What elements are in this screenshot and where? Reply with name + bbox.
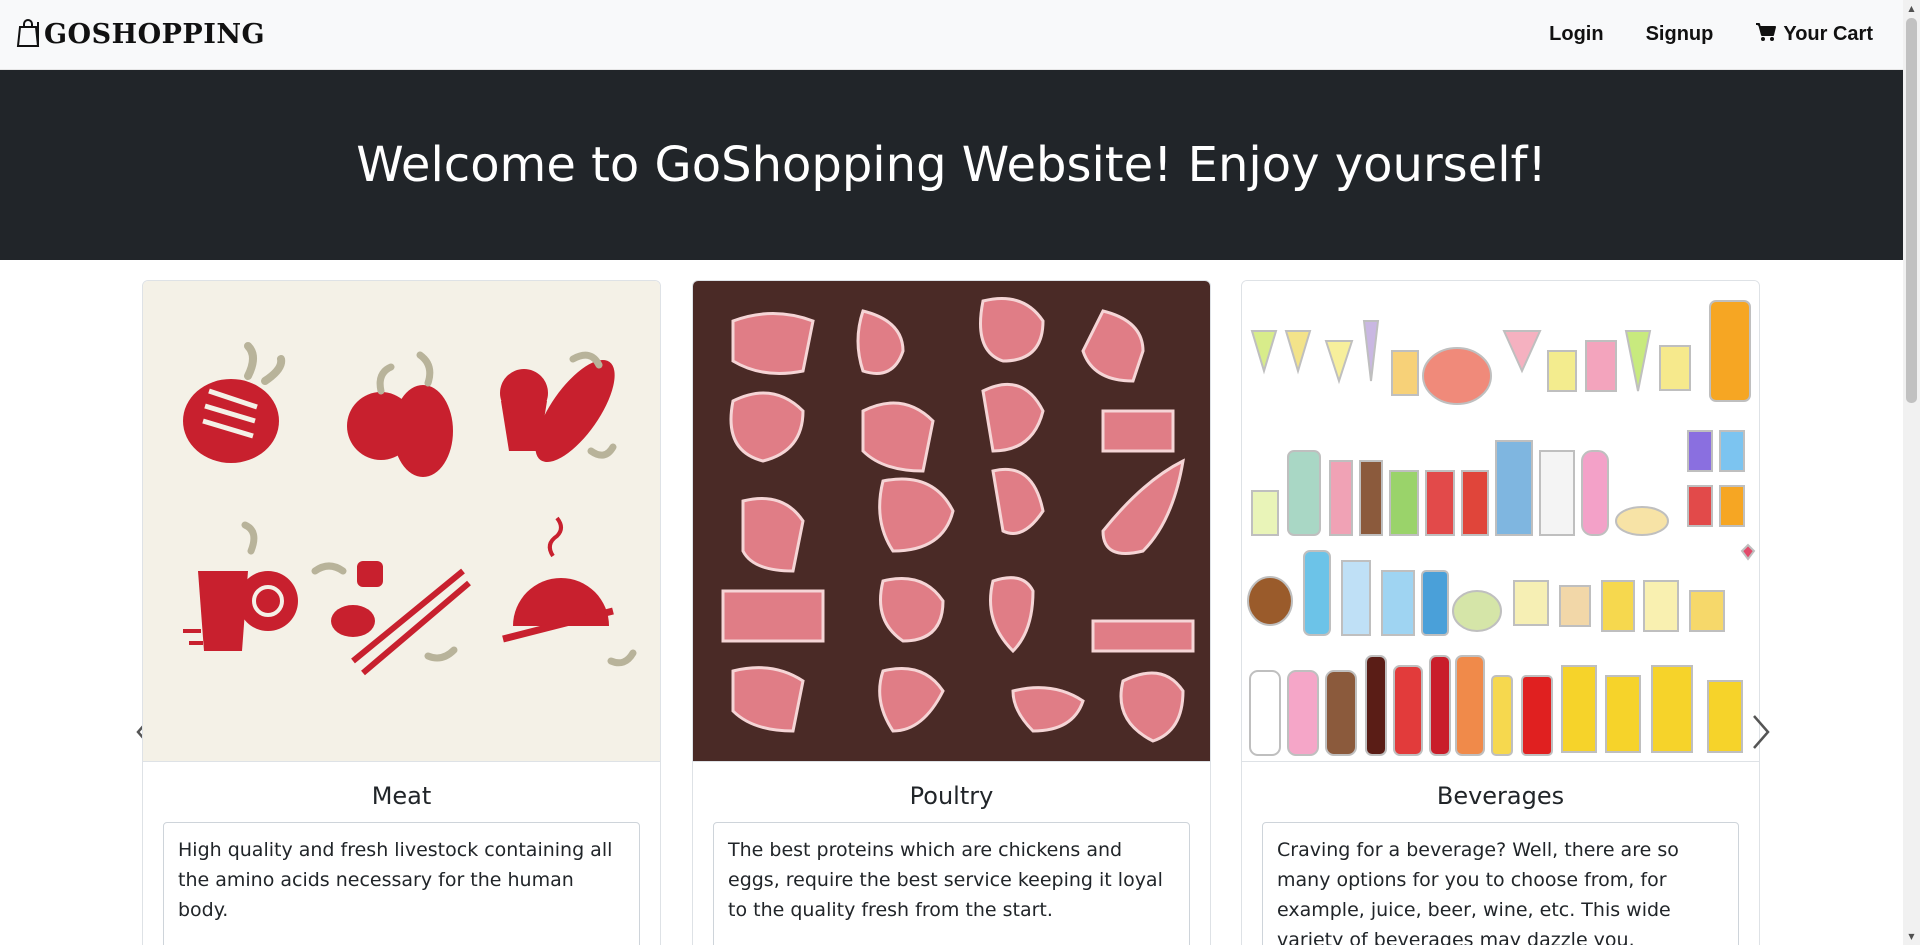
category-carousel: Meat High quality and fresh livestock co… <box>0 260 1903 945</box>
category-card-poultry[interactable]: Poultry The best proteins which are chic… <box>692 280 1211 945</box>
cart-icon <box>1755 22 1777 48</box>
beverages-image <box>1242 281 1759 762</box>
scrollbar-thumb[interactable] <box>1906 18 1917 403</box>
card-description: The best proteins which are chickens and… <box>713 822 1190 945</box>
hero-title: Welcome to GoShopping Website! Enjoy you… <box>356 137 1547 193</box>
card-title: Meat <box>371 782 432 810</box>
navbar: GOSHOPPING Login Signup Your Cart <box>0 0 1903 70</box>
card-description: Craving for a beverage? Well, there are … <box>1262 822 1739 945</box>
chevron-right-icon <box>1746 712 1776 752</box>
nav-links: Login Signup Your Cart <box>1549 22 1887 48</box>
login-link[interactable]: Login <box>1549 23 1603 46</box>
brand-name: GOSHOPPING <box>44 19 266 50</box>
page-scrollbar[interactable]: ▲ ▼ <box>1903 0 1920 945</box>
category-card-meat[interactable]: Meat High quality and fresh livestock co… <box>142 280 661 945</box>
brand-link[interactable]: GOSHOPPING <box>16 18 265 52</box>
cart-label: Your Cart <box>1783 23 1873 45</box>
card-title: Beverages <box>1436 782 1565 810</box>
signup-link[interactable]: Signup <box>1646 23 1714 46</box>
meat-image <box>143 281 660 762</box>
hero-banner: Welcome to GoShopping Website! Enjoy you… <box>0 70 1903 260</box>
cart-link[interactable]: Your Cart <box>1755 22 1873 48</box>
card-description: High quality and fresh livestock contain… <box>163 822 640 945</box>
scroll-up-icon[interactable]: ▲ <box>1903 0 1920 17</box>
category-card-beverages[interactable]: Beverages Craving for a beverage? Well, … <box>1241 280 1760 945</box>
scroll-down-icon[interactable]: ▼ <box>1903 928 1920 945</box>
poultry-image <box>693 281 1210 762</box>
card-title: Poultry <box>909 782 994 810</box>
shopping-bag-icon <box>16 18 40 52</box>
carousel-next-button[interactable] <box>1746 712 1776 752</box>
